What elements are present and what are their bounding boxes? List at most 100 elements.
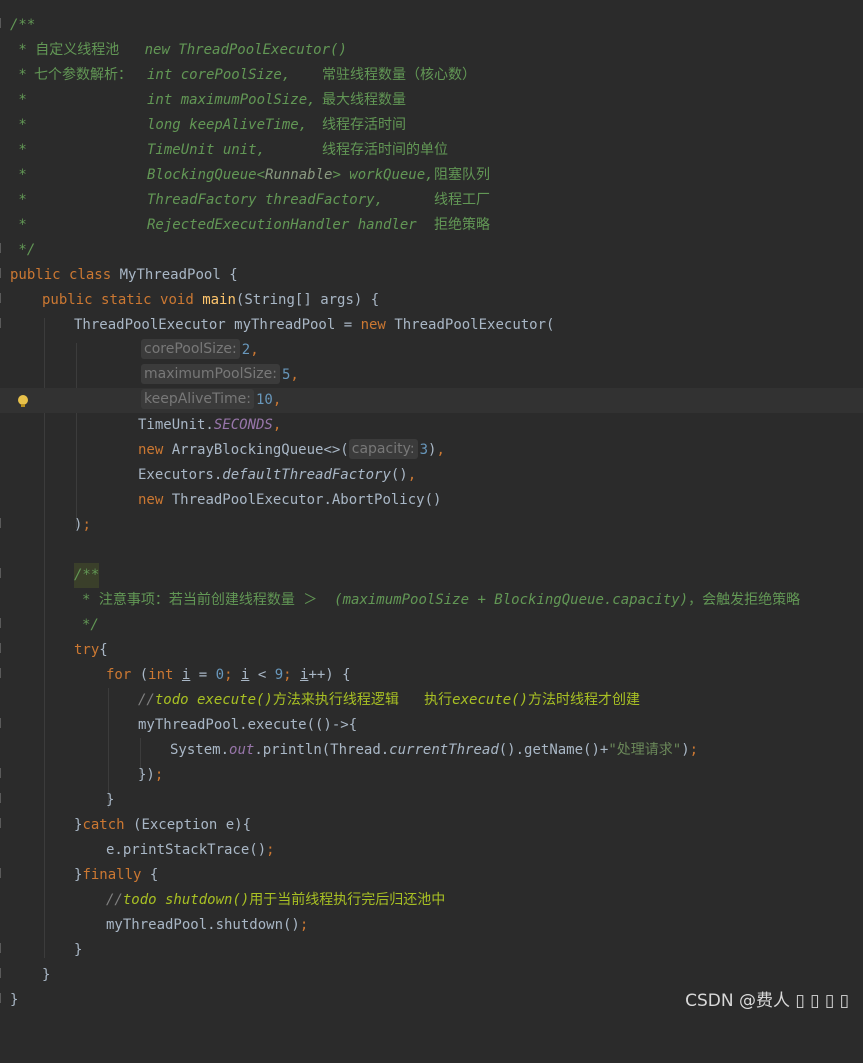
operator: ++) { xyxy=(308,667,351,683)
doc-code: int maximumPoolSize, xyxy=(147,92,316,108)
class-ref: System. xyxy=(170,742,230,758)
method-call: .println(Thread. xyxy=(254,742,390,758)
code-line[interactable]: Executors.defaultThreadFactory(), xyxy=(0,463,863,488)
code-line-current[interactable]: keepAliveTime: 10, xyxy=(0,388,863,413)
variable-declaration: ThreadPoolExecutor myThreadPool = xyxy=(74,317,361,333)
code-line[interactable]: }finally { xyxy=(0,863,863,888)
keyword: static xyxy=(101,292,152,308)
code-line[interactable]: myThreadPool.shutdown(); xyxy=(0,913,863,938)
code-line[interactable]: */ xyxy=(0,613,863,638)
keyword: try xyxy=(74,642,100,658)
param-hint: keepAliveTime: xyxy=(141,389,254,409)
lightbulb-icon[interactable] xyxy=(18,395,28,407)
code-line[interactable]: for (int i = 0; i < 9; i++) { xyxy=(0,663,863,688)
doc-text: 阻塞队列 xyxy=(434,167,490,183)
doc-comment-close: */ xyxy=(10,242,36,258)
doc-comment-close: */ xyxy=(82,617,99,633)
doc-text: 线程存活时间的单位 xyxy=(322,142,448,158)
method-call: myThreadPool.execute(()->{ xyxy=(138,717,358,733)
number-literal: 10 xyxy=(255,392,273,408)
constructor-call: ThreadPoolExecutor( xyxy=(394,317,555,333)
code-line[interactable]: myThreadPool.execute(()->{ xyxy=(0,713,863,738)
keyword: int xyxy=(148,667,174,683)
number-literal: 3 xyxy=(419,442,428,458)
method-call: e.printStackTrace() xyxy=(106,842,267,858)
code-line[interactable]: e.printStackTrace(); xyxy=(0,838,863,863)
doc-star: * xyxy=(10,42,36,58)
todo-comment: execute() xyxy=(452,692,529,708)
keyword: public xyxy=(42,292,93,308)
keyword: new xyxy=(360,317,386,333)
doc-code: BlockingQueue< xyxy=(147,167,266,183)
param-hint: maximumPoolSize: xyxy=(141,364,280,384)
code-line[interactable]: }catch (Exception e){ xyxy=(0,813,863,838)
code-line[interactable]: * RejectedExecutionHandler handler 拒绝策略 xyxy=(0,213,863,238)
class-ref: TimeUnit. xyxy=(138,417,214,433)
code-line[interactable]: new ThreadPoolExecutor.AbortPolicy() xyxy=(0,488,863,513)
code-line[interactable]: try{ xyxy=(0,638,863,663)
code-line[interactable]: System.out.println(Thread.currentThread(… xyxy=(0,738,863,763)
code-line[interactable]: * TimeUnit unit, 线程存活时间的单位 xyxy=(0,138,863,163)
doc-text: 拒绝策略 xyxy=(434,217,490,233)
code-line[interactable]: * int maximumPoolSize, 最大线程数量 xyxy=(0,88,863,113)
code-line[interactable]: /** xyxy=(0,563,863,588)
code-line[interactable]: * 注意事项：若当前创建线程数量 ＞ (maximumPoolSize + Bl… xyxy=(0,588,863,613)
doc-text: 自定义线程池 xyxy=(35,42,120,58)
doc-text: 线程存活时间 xyxy=(322,117,406,133)
doc-comment-open: /** xyxy=(74,563,100,588)
doc-code: > workQueue, xyxy=(332,167,434,183)
keyword: catch xyxy=(82,817,125,833)
keyword: new xyxy=(138,442,164,458)
code-line[interactable]: * BlockingQueue<Runnable> workQueue, 阻塞队… xyxy=(0,163,863,188)
code-line[interactable]: public class MyThreadPool { xyxy=(0,263,863,288)
code-line[interactable]: public static void main(String[] args) { xyxy=(0,288,863,313)
doc-code: TimeUnit unit, xyxy=(147,142,266,158)
code-line[interactable]: TimeUnit.SECONDS, xyxy=(0,413,863,438)
doc-text: ，会触发拒绝策略 xyxy=(688,592,801,608)
code-line[interactable]: //todo execute()方法来执行线程逻辑 执行execute()方法时… xyxy=(0,688,863,713)
code-line[interactable] xyxy=(0,538,863,563)
code-line[interactable]: */ xyxy=(0,238,863,263)
catch-params: (Exception e){ xyxy=(124,817,252,833)
code-line[interactable]: } xyxy=(0,788,863,813)
code-line[interactable]: * 自定义线程池 new ThreadPoolExecutor() xyxy=(0,38,863,63)
code-line[interactable]: new ArrayBlockingQueue<>(capacity: 3), xyxy=(0,438,863,463)
code-line[interactable]: } xyxy=(0,963,863,988)
todo-comment: todo execute() xyxy=(154,692,273,708)
doc-code: int corePoolSize, xyxy=(147,67,291,83)
param-hint: capacity: xyxy=(348,439,418,459)
code-line[interactable]: corePoolSize: 2, xyxy=(0,338,863,363)
method-name: main xyxy=(202,292,236,308)
code-line[interactable]: ThreadPoolExecutor myThreadPool = new Th… xyxy=(0,313,863,338)
code-line[interactable]: maximumPoolSize: 5, xyxy=(0,363,863,388)
code-line[interactable]: }); xyxy=(0,763,863,788)
constructor-call: ThreadPoolExecutor.AbortPolicy() xyxy=(171,492,442,508)
code-editor[interactable]: /** * 自定义线程池 new ThreadPoolExecutor() * … xyxy=(0,0,863,1021)
todo-comment: 用于当前线程执行完后归还池中 xyxy=(249,892,446,908)
paren: ( xyxy=(139,667,149,683)
method-call: ().getName()+ xyxy=(498,742,609,758)
constructor-call: ArrayBlockingQueue<>( xyxy=(171,442,349,458)
keyword: public xyxy=(10,267,61,283)
code-line[interactable]: ); xyxy=(0,513,863,538)
code-line[interactable]: * ThreadFactory threadFactory, 线程工厂 xyxy=(0,188,863,213)
static-field: out xyxy=(229,742,255,758)
code-line[interactable]: //todo shutdown()用于当前线程执行完后归还池中 xyxy=(0,888,863,913)
keyword: void xyxy=(160,292,194,308)
watermark: CSDN @费人 ▯ ▯ ▯ ▯ xyxy=(685,991,849,1011)
code-line[interactable]: /** xyxy=(0,13,863,38)
keyword: class xyxy=(69,267,112,283)
doc-code: RejectedExecutionHandler handler xyxy=(147,217,417,233)
code-line[interactable]: } xyxy=(0,938,863,963)
code-line[interactable]: * 七个参数解析： int corePoolSize, 常驻线程数量（核心数） xyxy=(0,63,863,88)
operator: < xyxy=(249,667,275,683)
code-line[interactable]: * long keepAliveTime, 线程存活时间 xyxy=(0,113,863,138)
doc-comment-open: /** xyxy=(10,17,36,33)
static-method: defaultThreadFactory xyxy=(222,467,391,483)
doc-code: new ThreadPoolExecutor() xyxy=(144,42,347,58)
operator: = xyxy=(190,667,216,683)
doc-text: 常驻线程数量（核心数） xyxy=(322,67,476,83)
lambda-close: }) xyxy=(138,767,155,783)
param-hint: corePoolSize: xyxy=(141,339,240,359)
keyword: new xyxy=(138,492,164,508)
